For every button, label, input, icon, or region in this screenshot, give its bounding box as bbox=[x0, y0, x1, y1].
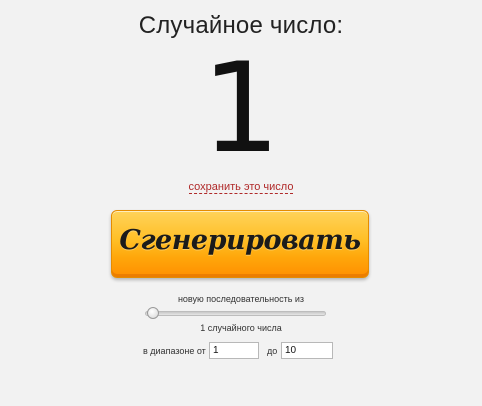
range-row: в диапазоне от до bbox=[0, 341, 482, 361]
count-slider[interactable] bbox=[145, 307, 326, 319]
range-to-input[interactable] bbox=[281, 342, 333, 359]
sequence-label: новую последовательность из bbox=[177, 294, 305, 304]
slider-track[interactable] bbox=[145, 311, 326, 316]
save-number-link[interactable]: сохранить это число bbox=[188, 181, 294, 194]
range-to-label: до bbox=[267, 346, 278, 356]
page-title: Случайное число: bbox=[138, 12, 344, 39]
slider-thumb[interactable] bbox=[147, 307, 159, 319]
generate-button-label: Сгенерировать bbox=[119, 225, 361, 256]
count-label: 1 случайного числа bbox=[200, 323, 282, 333]
save-number-link-wrapper: сохранить это число bbox=[0, 181, 482, 194]
random-number-display: 1 bbox=[201, 37, 281, 181]
generate-button[interactable]: Сгенерировать bbox=[111, 210, 369, 278]
random-number-page: Случайное число: 1 сохранить это число С… bbox=[0, 0, 482, 406]
range-from-label: в диапазоне от bbox=[143, 346, 206, 356]
range-from-input[interactable] bbox=[209, 342, 259, 359]
